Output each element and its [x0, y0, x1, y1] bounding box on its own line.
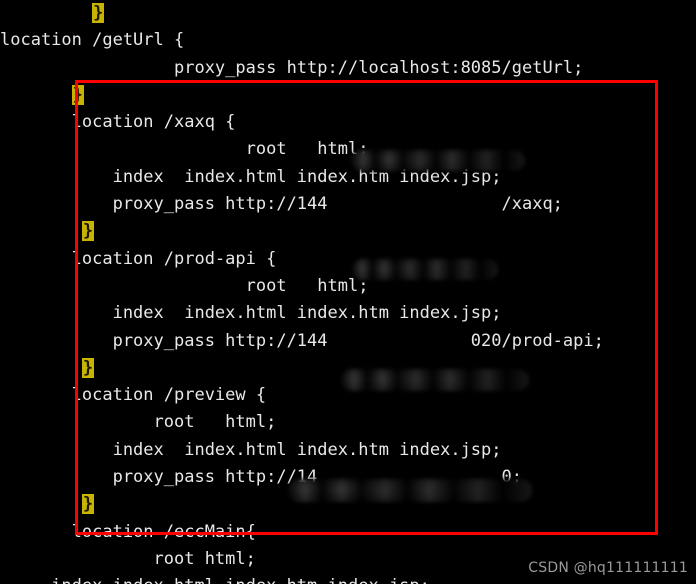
csdn-watermark: CSDN @hq111111111	[528, 560, 688, 576]
code-line: proxy_pass http://144 020/prod-api;	[0, 330, 604, 351]
matching-brace-highlight: }	[81, 357, 95, 378]
code-line: root html;	[0, 139, 369, 160]
terminal-screen: } location /getUrl { proxy_pass http://lo…	[0, 0, 696, 584]
code-line: location /getUrl {	[0, 30, 185, 51]
code-line: proxy_pass http://144 /xaxq;	[0, 194, 563, 215]
matching-brace-highlight: }	[71, 84, 84, 105]
code-line: }	[0, 218, 696, 245]
matching-brace-highlight: }	[92, 3, 105, 23]
code-line: index index.html index.htm index.jsp;	[0, 303, 502, 324]
code-line: root html;	[0, 275, 369, 296]
code-line: location /eccMain{	[0, 521, 256, 542]
redacted-ip-preview	[341, 369, 529, 391]
code-line: proxy_pass http://localhost:8085/getUrl;	[0, 57, 584, 78]
redacted-ip-xaxq	[351, 150, 525, 171]
code-line: index index.html index.htm index.jsp;	[0, 439, 502, 460]
code-line: location /prod-api {	[0, 248, 277, 269]
code-line: }	[0, 82, 696, 109]
code-line: root html;	[0, 412, 277, 433]
matching-brace-highlight: }	[81, 494, 95, 515]
code-line: }	[0, 0, 696, 27]
matching-brace-highlight: }	[81, 221, 95, 242]
redacted-ip-prod-api	[352, 259, 498, 280]
code-line: location /xaxq {	[0, 112, 236, 133]
code-line: index index.html index.htm index.jsp;	[0, 166, 502, 187]
redacted-ip-eccmain	[288, 479, 532, 502]
